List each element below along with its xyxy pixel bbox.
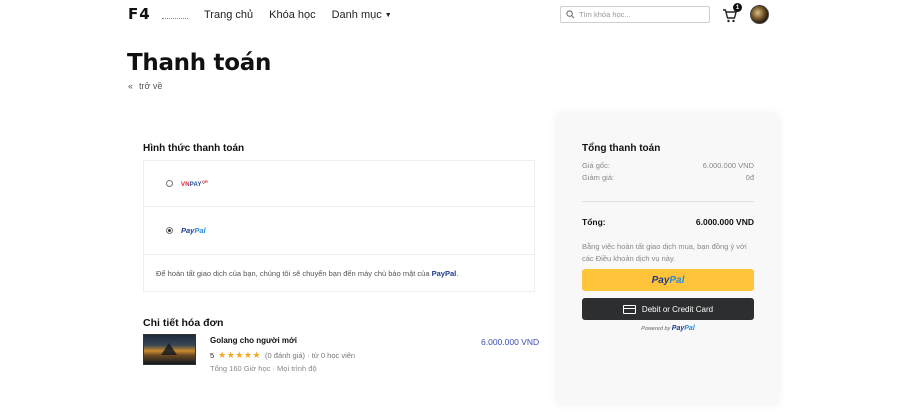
discount-label: Giảm giá: (582, 173, 615, 182)
star-rating-icon: ★★★★★ (218, 350, 262, 360)
powered-by-paypal: Powered by PayPal (641, 325, 695, 332)
nav-courses[interactable]: Khóa học (269, 9, 315, 21)
debit-credit-card-button[interactable]: Debit or Credit Card (582, 298, 754, 320)
original-price-label: Giá gốc: (582, 161, 610, 170)
discount-value: 0đ (745, 173, 754, 182)
payment-option-vnpay[interactable]: VNPAYQR (144, 161, 534, 207)
card-button-label: Debit or Credit Card (641, 304, 714, 314)
terms-text: Bằng việc hoàn tất giao dịch mua, bạn đồ… (582, 242, 747, 263)
top-header: F4 Trang chủ Khóa học Danh mục▼ 1 (0, 0, 908, 32)
credit-card-icon (622, 304, 636, 314)
cart-count-badge: 1 (733, 3, 742, 12)
total-value: 6.000.000 VND (695, 217, 754, 227)
vnpay-radio[interactable] (166, 180, 173, 187)
rating-score: 5 (210, 351, 215, 360)
discount-row: Giảm giá: 0đ (582, 173, 754, 182)
back-link[interactable]: « trở về (128, 81, 162, 91)
summary-title: Tổng thanh toán (582, 143, 661, 154)
course-meta: Tổng 160 Giờ học · Mọi trình độ (210, 364, 317, 373)
course-name[interactable]: Golang cho người mới (210, 336, 297, 345)
double-chevron-left-icon: « (128, 81, 134, 91)
rating-reviews: (0 đánh giá) · từ 0 học viên (265, 351, 356, 360)
course-price: 6.000.000 VND (481, 337, 540, 347)
course-rating: 5 ★★★★★ (0 đánh giá) · từ 0 học viên (210, 350, 355, 361)
back-link-label: trở về (139, 81, 163, 91)
nav-categories[interactable]: Danh mục ▼ (332, 9, 392, 21)
search-box (560, 6, 710, 23)
original-price-value: 6.000.000 VND (702, 161, 754, 170)
search-input[interactable] (579, 10, 699, 19)
paypal-radio[interactable] (166, 227, 173, 234)
payment-method-list: VNPAYQR PayPal Để hoàn tất giao dịch của… (143, 160, 535, 292)
invoice-heading: Chi tiết hóa đơn (143, 317, 224, 329)
original-price-row: Giá gốc: 6.000.000 VND (582, 161, 754, 170)
nav-categories-label: Danh mục (331, 9, 382, 21)
nav-home[interactable]: Trang chủ (204, 9, 253, 21)
nav-courses-label: Khóa học (269, 9, 316, 21)
main-nav: Trang chủ Khóa học Danh mục ▼ (204, 9, 408, 21)
payment-redirect-note: Để hoàn tất giao dịch của bạn, chúng tôi… (156, 269, 459, 278)
paypal-logo: PayPal (181, 226, 206, 235)
user-avatar[interactable] (750, 5, 769, 24)
order-summary-card: Tổng thanh toán Giá gốc: 6.000.000 VND G… (557, 114, 778, 404)
paypal-button[interactable]: Pay Pal (582, 269, 754, 291)
summary-divider (582, 201, 754, 202)
total-label: Tổng: (582, 217, 606, 227)
vnpay-logo: VNPAYQR (181, 179, 209, 188)
site-logo[interactable]: F4 (128, 5, 151, 23)
logo-tagline (162, 18, 188, 20)
search-icon[interactable] (561, 10, 579, 19)
payment-option-paypal[interactable]: PayPal (144, 207, 534, 255)
payment-note-row: Để hoàn tất giao dịch của bạn, chúng tôi… (144, 255, 534, 292)
course-thumbnail[interactable] (143, 334, 196, 365)
total-row: Tổng: 6.000.000 VND (582, 217, 754, 227)
chevron-down-icon: ▼ (384, 12, 392, 19)
payment-method-heading: Hình thức thanh toán (143, 143, 245, 154)
nav-home-label: Trang chủ (204, 9, 254, 21)
page-title: Thanh toán (127, 50, 272, 76)
